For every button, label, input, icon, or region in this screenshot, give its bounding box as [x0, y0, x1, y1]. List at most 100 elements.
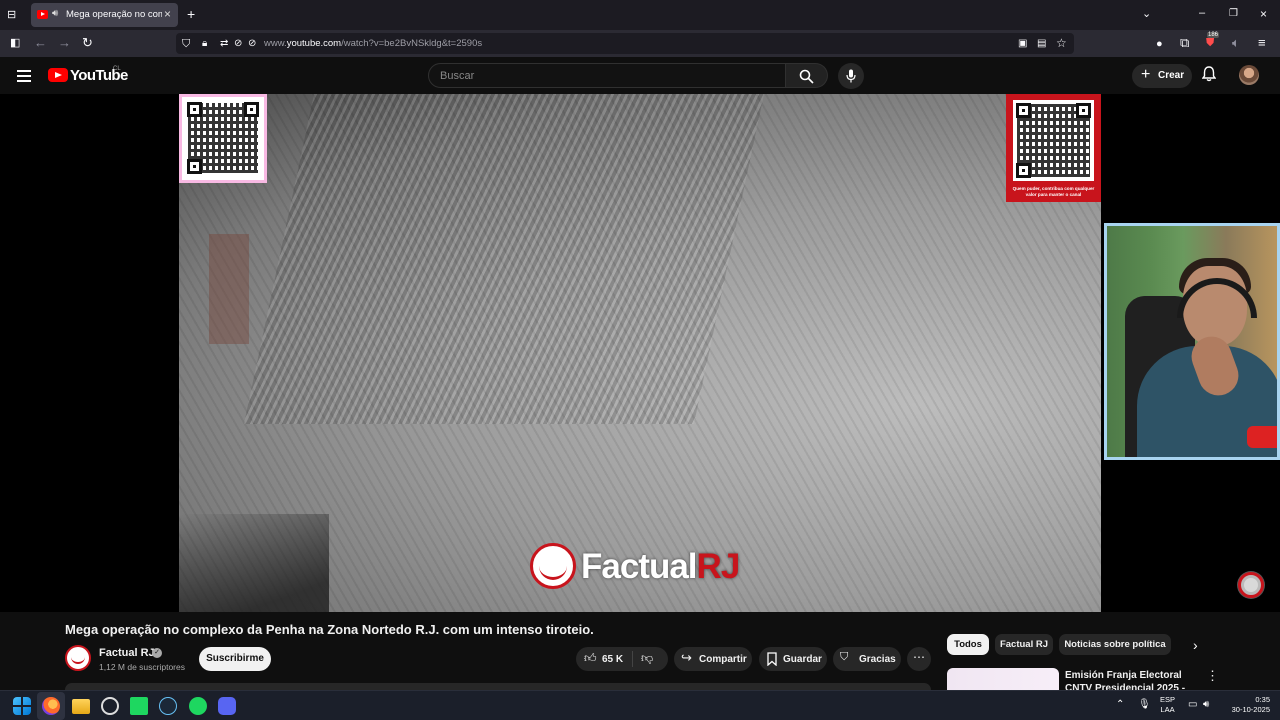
tab-list-icon[interactable]: ⊟ — [7, 7, 16, 23]
user-avatar[interactable] — [1239, 65, 1259, 85]
chevron-down-icon[interactable]: ⌄ — [1142, 6, 1151, 22]
save-label: Guardar — [783, 654, 822, 665]
chevron-up-icon[interactable]: ⌃ — [1116, 699, 1124, 710]
like-count[interactable]: 65 K — [602, 654, 623, 665]
speaker-icon[interactable]: 🔊︎ — [52, 8, 58, 19]
like-icon[interactable]: 👍︎ — [584, 651, 597, 666]
dislike-icon[interactable]: 👎︎ — [641, 651, 653, 666]
reader-view-icon[interactable]: ▤ — [1037, 36, 1046, 52]
new-tab-icon[interactable]: + — [187, 6, 195, 22]
video-title: Mega operação no complexo da Penha na Zo… — [65, 622, 594, 637]
video-texture — [243, 94, 765, 424]
network-icon[interactable]: ▭ — [1188, 699, 1197, 710]
watermark-text: FactualRJ — [581, 547, 740, 586]
video-frame[interactable] — [179, 94, 1101, 612]
app-icon[interactable] — [130, 697, 148, 715]
subscriber-count: 1,12 M de suscriptores — [99, 662, 185, 672]
share-icon: ↪ — [681, 650, 692, 665]
close-window-icon[interactable]: × — [1260, 6, 1267, 22]
microphone-icon — [846, 69, 856, 83]
video-texture — [209, 234, 249, 344]
extensions-icon[interactable]: ⧉ — [1180, 35, 1189, 51]
bookmark-icon — [767, 652, 777, 666]
create-label: Crear — [1158, 70, 1185, 81]
factual-logo-icon — [530, 543, 576, 589]
webcam-overlay — [1104, 223, 1280, 460]
chip-todos[interactable]: Todos — [947, 634, 989, 655]
close-tab-icon[interactable]: × — [164, 7, 171, 21]
recommendation-title[interactable]: Emisión Franja Electoral CNTV Presidenci… — [1065, 669, 1195, 690]
create-button[interactable]: + Crear — [1132, 64, 1192, 88]
ublock-badge: 186 — [1207, 32, 1220, 38]
like-dislike-group: 👍︎ 65 K 👎︎ — [576, 647, 668, 671]
volume-icon[interactable]: 🔈︎ — [1232, 35, 1240, 51]
address-bar[interactable]: ⛉ 🔒︎ ⇄ ⊘ ⊘ www.youtube.com/watch?v=be2Bv… — [176, 33, 1074, 54]
minimize-icon[interactable]: – — [1199, 5, 1205, 21]
video-texture — [179, 514, 329, 612]
more-vertical-icon[interactable]: ⋮ — [1206, 668, 1219, 684]
search-input[interactable]: Buscar — [428, 63, 786, 88]
channel-avatar[interactable] — [65, 645, 91, 671]
share-button[interactable]: ↪ Compartir — [674, 647, 752, 671]
subscribe-button[interactable]: Suscribirme — [199, 647, 271, 671]
back-icon[interactable]: ← — [34, 35, 47, 51]
bookmark-star-icon[interactable]: ☆ — [1056, 35, 1067, 51]
discord-icon[interactable] — [218, 697, 236, 715]
clock[interactable]: 0:35 30-10-2025 — [1222, 695, 1270, 715]
lock-icon[interactable]: 🔒︎ — [202, 36, 207, 52]
voice-search-button[interactable] — [838, 63, 864, 89]
country-code: CL — [113, 66, 121, 72]
language-indicator[interactable]: ESP LAA — [1160, 695, 1175, 715]
hamburger-menu-icon[interactable] — [17, 70, 31, 85]
file-explorer-icon[interactable] — [72, 699, 90, 714]
qr-caption: Quem puder, contribua com qualquer valor… — [1012, 186, 1095, 197]
windows-start-icon[interactable] — [13, 697, 31, 715]
recommendation-thumbnail[interactable] — [947, 668, 1059, 690]
permissions-icon[interactable]: ⇄ — [220, 36, 228, 52]
floating-logo-button[interactable] — [1238, 572, 1264, 598]
browser-tab-bar: ⊟ 🔊︎ Mega operação no comple × + ⌄ – ❐ × — [0, 0, 1280, 30]
plus-icon: + — [1141, 66, 1151, 83]
youtube-logo-icon[interactable] — [48, 68, 68, 82]
camera-blocked-icon[interactable]: ⊘ — [234, 36, 242, 52]
sidebar-toggle-icon[interactable]: ◧ — [10, 35, 20, 51]
browser-tab-active[interactable]: 🔊︎ Mega operação no comple × — [31, 3, 178, 27]
forward-icon[interactable]: → — [58, 35, 71, 51]
search-icon — [799, 69, 814, 84]
shield-icon[interactable]: ⛉ — [182, 36, 190, 52]
app-icon[interactable] — [101, 697, 119, 715]
pip-icon[interactable]: ▣ — [1018, 36, 1027, 52]
qr-code-left — [179, 94, 267, 183]
thanks-label: Gracias — [859, 654, 896, 665]
chip-politics[interactable]: Noticias sobre política — [1059, 634, 1171, 655]
thanks-button[interactable]: ⛉ Gracias — [833, 647, 901, 671]
channel-name[interactable]: Factual RJ — [99, 647, 155, 659]
steam-icon[interactable] — [159, 697, 177, 715]
share-label: Compartir — [699, 654, 747, 665]
url-text: www.youtube.com/watch?v=be2BvNSkldg&t=25… — [264, 38, 483, 49]
more-actions-button[interactable]: ⋯ — [907, 647, 931, 671]
chip-channel[interactable]: Factual RJ — [995, 634, 1053, 655]
windows-taskbar: ⌃ 🎙︎ ESP LAA ▭ 🔊︎ 0:35 30-10-2025 — [0, 690, 1280, 720]
search-button[interactable] — [786, 63, 828, 88]
microphone-icon[interactable]: 🎙︎ — [1138, 699, 1151, 710]
video-player[interactable]: Quem puder, contribua com qualquer valor… — [0, 94, 1280, 612]
reload-icon[interactable]: ↻ — [82, 35, 93, 51]
browser-nav-bar: ◧ ← → ↻ ⛉ 🔒︎ ⇄ ⊘ ⊘ www.youtube.com/watch… — [0, 30, 1280, 57]
restore-icon[interactable]: ❐ — [1229, 6, 1238, 22]
volume-icon[interactable]: 🔊︎ — [1203, 699, 1209, 710]
description-box[interactable] — [65, 683, 931, 690]
spotify-icon[interactable] — [189, 697, 207, 715]
autoplay-blocked-icon[interactable]: ⊘ — [248, 36, 256, 52]
firefox-icon[interactable] — [42, 697, 60, 715]
save-button[interactable]: Guardar — [759, 647, 827, 671]
menu-icon[interactable]: ≡ — [1258, 35, 1266, 51]
notifications-bell-icon[interactable] — [1202, 66, 1216, 82]
chevron-right-icon[interactable]: › — [1193, 637, 1198, 653]
account-icon[interactable]: ● — [1156, 36, 1163, 52]
super-thanks-icon: ⛉ — [840, 651, 849, 663]
tab-title: Mega operação no comple — [66, 9, 162, 20]
youtube-masthead: YouTube CL Buscar + Crear — [0, 57, 1280, 94]
youtube-favicon-icon — [37, 10, 48, 19]
more-horizontal-icon: ⋯ — [913, 650, 925, 664]
